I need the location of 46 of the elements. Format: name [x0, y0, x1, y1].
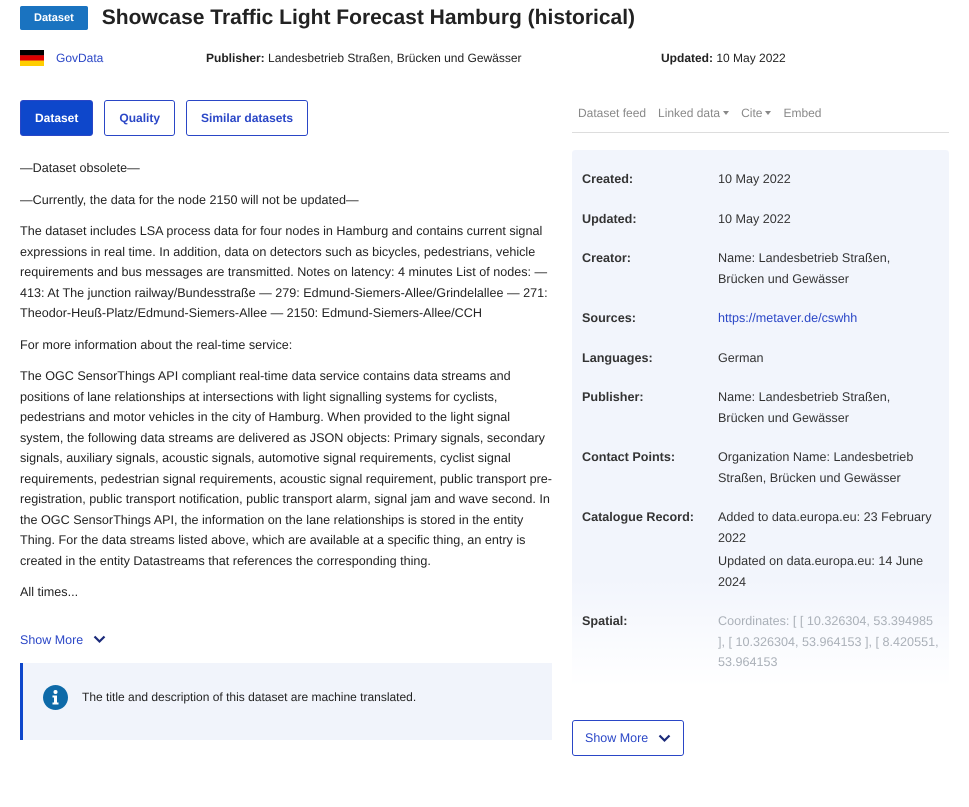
dropdown-link[interactable]: Linked data: [658, 106, 730, 120]
description-paragraph: The dataset includes LSA process data for four nodes in Hamburg and contains current signal expressions in real time. In addition, data on detectors such as bicycles, pedestrians, vehicle requirements and bus messages are transmitted. Notes on latency: 4 minutes List of nodes: — 413: At The junction railway/Bundesstraße — 279: Edmund-Siemers-Allee/Grindelallee — 271: Theodor-Heuß-Platz/Edmund-Siemers-Allee — 2150: Edmund-Siemers-Allee/CCH: [20, 223, 549, 322]
detail-label: Created:: [582, 171, 634, 188]
tab[interactable]: Dataset: [20, 100, 94, 136]
detail-value: 10 May 2022: [718, 210, 792, 228]
detail-value: Coordinates: [ [ 10.326304, 53.394985 ], [ 10.326304, 53.964153 ], [ 8.420551, 53.964153: [718, 613, 939, 671]
detail-value: 10 May 2022: [718, 171, 792, 188]
detail-label: Languages:: [582, 350, 654, 367]
show-more-button[interactable]: Show More: [572, 720, 684, 756]
detail-label: Sources:: [582, 310, 637, 327]
dataset-badge: Dataset: [20, 6, 88, 30]
chevron-down-icon: [93, 635, 106, 644]
detail-value: Added to data.europa.eu: 23 February 2022: [718, 509, 933, 546]
page-title: Showcase Traffic Light Forecast Hamburg (historical): [102, 6, 636, 30]
info-icon: [43, 684, 68, 710]
caret-icon: [723, 110, 730, 114]
detail-label: Updated:: [582, 210, 638, 228]
detail-label: Catalogue Record:: [582, 509, 695, 526]
notice-text: The title and description of this dataset are machine translated.: [82, 690, 416, 704]
detail-value: Name: Landesbetrieb Straßen, Brücken und Gewässer: [718, 250, 892, 288]
description-paragraph: —Currently, the data for the node 2150 will not be updated—: [20, 192, 360, 209]
catalogue-link[interactable]: GovData: [56, 51, 206, 65]
updated-text: Updated: 10 May 2022: [661, 51, 786, 65]
detail-value: Name: Landesbetrieb Straßen, Brücken und Gewässer: [718, 389, 892, 426]
chevron-down-icon: [658, 734, 672, 742]
flag-icon: [20, 50, 44, 66]
detail-value: Organization Name: Landesbetrieb Straßen, Brücken und Gewässer: [718, 449, 914, 486]
detail-label: Contact Points:: [582, 449, 676, 466]
description-paragraph: For more information about the real-time service:: [20, 336, 294, 354]
description-paragraph: —Dataset obsolete—: [20, 160, 141, 177]
action-link[interactable]: Embed: [783, 106, 822, 120]
source-link[interactable]: https://metaver.de/cswhh: [718, 308, 939, 328]
show-more-link[interactable]: Show More: [20, 632, 106, 646]
detail-value: German: [718, 350, 764, 366]
caret-icon: [765, 110, 772, 114]
description-paragraph: All times...: [20, 584, 80, 601]
tab[interactable]: Similar datasets: [186, 100, 308, 136]
detail-label: Creator:: [582, 250, 632, 267]
detail-value: Updated on data.europa.eu: 14 June 2024: [718, 553, 924, 590]
tab[interactable]: Quality: [104, 100, 176, 136]
detail-label: Spatial:: [582, 613, 628, 630]
action-link[interactable]: Dataset feed: [578, 106, 646, 120]
publisher-text: Publisher: Landesbetrieb Straßen, Brücken und Gewässer: [206, 51, 523, 65]
detail-label: Publisher:: [582, 389, 645, 406]
dropdown-link[interactable]: Cite: [741, 106, 772, 120]
description-paragraph: The OGC SensorThings API compliant real-time data service contains data streams and positions of lane relationships at intersections with light signalling systems for cyclists, pedestrians and motor vehicles in the city of Hamburg. When provided to the light signal system, the following data streams are delivered as JSON objects: Primary signals, secondary signals, auxiliary signals, acoustic signals, automotive signal requirements, cyclist signal requirements, pedestrian signal requirements, acoustic signal requirement, public transport pre-registration, public transport notification, public transport alarm, signal jam and wave second. In the OGC SensorThings API, the information on the lane relationships is stored in the entity Thing. For the data streams listed above, which are available at a specific thing, an entry is created in the entity Datastreams that references the corresponding thing.: [20, 368, 552, 570]
